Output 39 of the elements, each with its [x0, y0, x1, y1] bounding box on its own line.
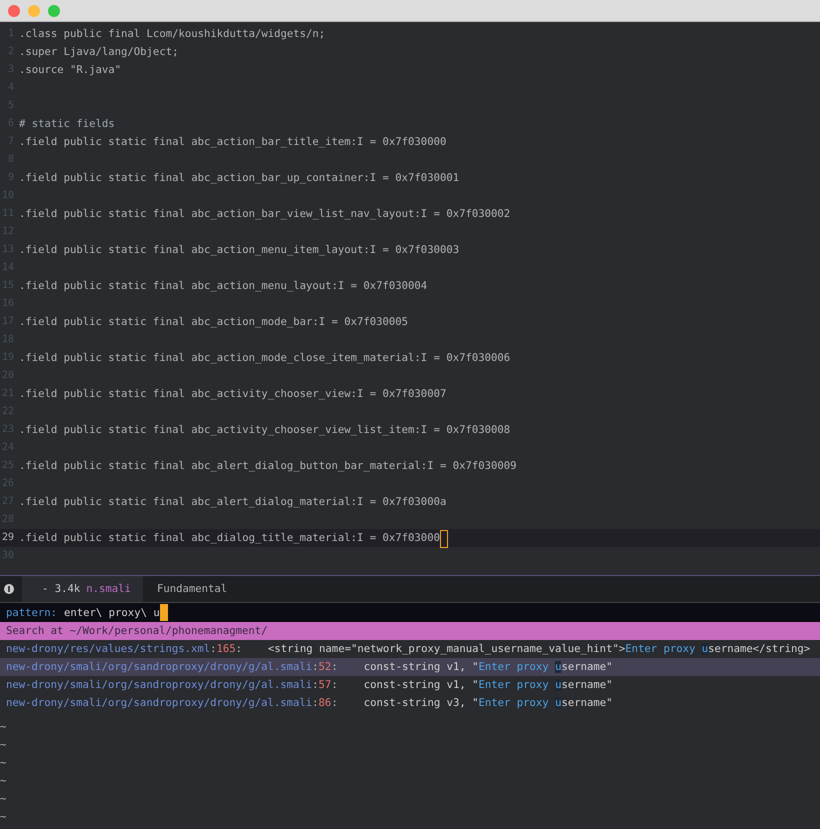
pattern-input[interactable]: enter\ proxy\ u	[64, 606, 160, 618]
code-line: .field public static final abc_activity_chooser_view_list_item:I = 0x7f030008	[19, 423, 510, 438]
search-result[interactable]: new-drony/smali/org/sandroproxy/drony/g/al.smali:57: const-string v1, "Enter proxy username"	[0, 676, 820, 694]
code-line: .field public static final abc_alert_dialog_material:I = 0x7f03000a	[19, 495, 446, 510]
empty-line-marker: ~	[0, 792, 8, 807]
text-cursor	[440, 530, 448, 548]
code-line: .field public static final abc_action_bar_title_item:I = 0x7f030000	[19, 135, 446, 150]
zoom-button[interactable]	[48, 4, 60, 16]
buffer-name: n.smali	[86, 583, 131, 595]
code-line: .field public static final abc_action_bar_up_container:I = 0x7f030001	[19, 171, 460, 186]
code-line: .field public static final abc_dialog_title_material:I = 0x7f03000	[19, 531, 440, 546]
empty-line-marker: ~	[0, 810, 8, 825]
code-line: # static fields	[19, 117, 115, 132]
search-result[interactable]: new-drony/smali/org/sandroproxy/drony/g/al.smali:52: const-string v1, "Enter proxy username"	[0, 658, 820, 676]
code-line: .field public static final abc_action_menu_item_layout:I = 0x7f030003	[19, 243, 460, 258]
search-header: Search at ~/Work/personal/phonemanagment/	[0, 622, 820, 640]
code-line: .field public static final abc_action_mode_bar:I = 0x7f030005	[19, 315, 408, 330]
code-line: .field public static final abc_activity_chooser_view:I = 0x7f030007	[19, 387, 446, 402]
code-line: .class public final Lcom/koushikdutta/widgets/n;	[19, 27, 326, 42]
code-line: .field public static final abc_action_mode_close_item_material:I = 0x7f030006	[19, 351, 510, 366]
search-result[interactable]: new-drony/res/values/strings.xml:165: <string name="network_proxy_manual_username_value_hint">Enter proxy username</string>	[0, 640, 820, 658]
line-number: 29	[0, 531, 15, 545]
empty-line-marker: ~	[0, 756, 8, 771]
empty-line-marker: ~	[0, 774, 8, 789]
code-line: .source "R.java"	[19, 63, 122, 78]
minimize-button[interactable]	[28, 4, 40, 16]
code-line: .super Ljava/lang/Object;	[19, 45, 178, 60]
empty-line-marker: ~	[0, 738, 8, 753]
info-icon	[4, 584, 14, 594]
code-line: .field public static final abc_action_menu_layout:I = 0x7f030004	[19, 279, 428, 294]
close-button[interactable]	[8, 4, 20, 16]
code-line: .field public static final abc_action_bar_view_list_nav_layout:I = 0x7f030002	[19, 207, 510, 222]
major-mode: Fundamental	[156, 583, 228, 595]
empty-line-marker: ~	[0, 720, 8, 735]
code-line: .field public static final abc_alert_dialog_button_bar_material:I = 0x7f030009	[19, 459, 516, 474]
search-result[interactable]: new-drony/smali/org/sandroproxy/drony/g/al.smali:86: const-string v3, "Enter proxy username"	[0, 694, 820, 712]
prompt-label: pattern:	[6, 606, 58, 618]
buffer-size: - 3.4k	[42, 583, 80, 595]
text-cursor	[160, 604, 168, 621]
